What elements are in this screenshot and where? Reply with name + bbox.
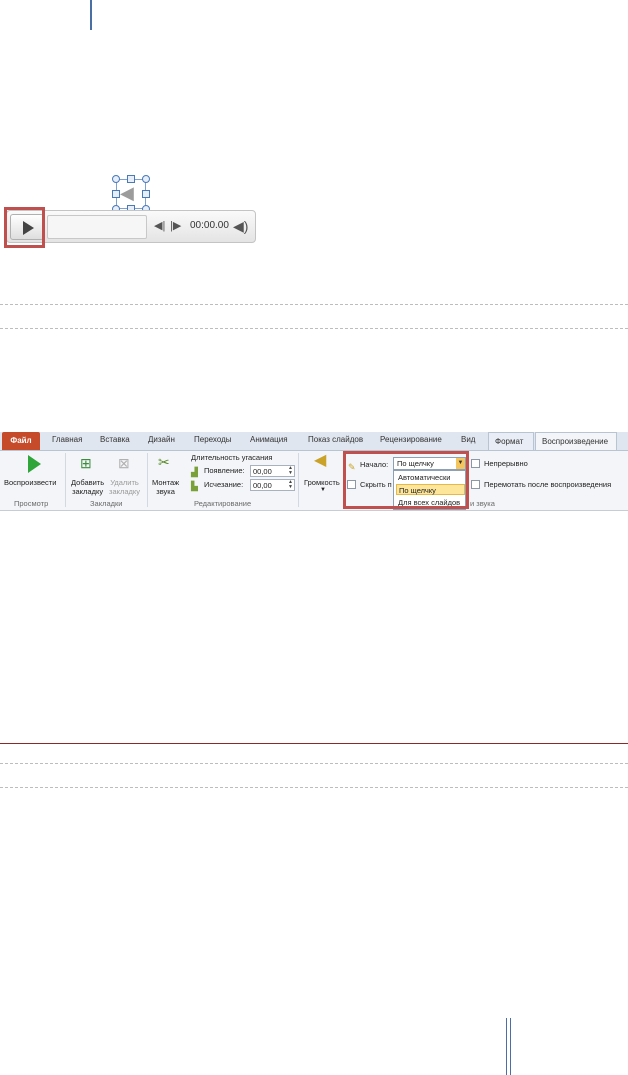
fade-out-label: Исчезание:	[204, 480, 244, 489]
fade-in-value: 00,00	[253, 467, 272, 476]
remove-bookmark-label-1: Удалить	[110, 478, 139, 487]
resize-handle[interactable]	[142, 175, 150, 183]
chevron-down-icon[interactable]: ▼	[320, 487, 326, 493]
fade-in-spinner[interactable]: 00,00 ▲ ▼	[250, 465, 295, 477]
volume-button[interactable]: Громкость	[304, 478, 340, 487]
group-label-editing: Редактирование	[194, 499, 252, 508]
audio-object-selection[interactable]: ◀	[112, 175, 150, 213]
tab-animation[interactable]: Анимация	[250, 435, 288, 444]
tab-slideshow[interactable]: Показ слайдов	[308, 435, 363, 444]
add-bookmark-icon: ⊞	[80, 455, 92, 471]
tab-view[interactable]: Вид	[461, 435, 475, 444]
tab-format[interactable]: Формат	[488, 432, 534, 450]
group-separator	[65, 453, 66, 507]
group-separator	[298, 453, 299, 507]
trim-audio-icon: ✂	[158, 454, 170, 470]
loop-label: Непрерывно	[484, 459, 528, 468]
skip-back-icon[interactable]: ◀|	[154, 219, 165, 233]
divider	[0, 304, 628, 305]
fade-out-icon: ▙	[191, 481, 198, 491]
resize-handle[interactable]	[127, 175, 135, 183]
rewind-label: Перемотать после воспроизведения	[484, 480, 612, 489]
tab-file[interactable]: Файл	[2, 432, 40, 450]
volume-icon[interactable]: ◀)	[233, 218, 248, 235]
page-margin-marker	[510, 1018, 511, 1075]
play-button-label[interactable]: Воспроизвести	[4, 478, 56, 487]
tab-transitions[interactable]: Переходы	[194, 435, 232, 444]
page-margin-marker	[90, 0, 92, 30]
divider	[0, 787, 628, 788]
ribbon-tabs: Файл Главная Вставка Дизайн Переходы Ани…	[0, 432, 628, 451]
group-label-audio-options: и звука	[470, 499, 495, 508]
resize-handle[interactable]	[112, 190, 120, 198]
trim-label-2: звука	[156, 487, 175, 496]
resize-handle[interactable]	[112, 175, 120, 183]
fade-duration-title: Длительность угасания	[191, 453, 273, 462]
tab-home[interactable]: Главная	[52, 435, 82, 444]
loop-checkbox[interactable]	[471, 459, 480, 468]
ribbon-body: Воспроизвести Просмотр ⊞ Добавить заклад…	[0, 451, 628, 510]
divider	[0, 763, 628, 764]
tab-playback[interactable]: Воспроизведение	[535, 432, 617, 450]
fade-out-spinner[interactable]: 00,00 ▲ ▼	[250, 479, 295, 491]
highlight-box-play	[4, 207, 45, 248]
time-display: 00:00.00	[190, 220, 229, 231]
skip-forward-icon[interactable]: |▶	[170, 219, 181, 233]
trim-audio-button[interactable]: Монтаж звука	[152, 478, 179, 496]
highlight-box-start	[343, 451, 469, 509]
spinner-arrows-icon[interactable]: ▲ ▼	[288, 466, 293, 476]
add-bookmark-label-2: закладку	[72, 487, 104, 496]
spinner-arrows-icon[interactable]: ▲ ▼	[288, 480, 293, 490]
tab-review[interactable]: Рецензирование	[380, 435, 442, 444]
group-label-preview: Просмотр	[14, 499, 49, 508]
group-separator	[147, 453, 148, 507]
trim-label-1: Монтаж	[152, 478, 180, 487]
progress-track[interactable]	[47, 215, 147, 239]
play-icon	[28, 455, 41, 473]
tab-design[interactable]: Дизайн	[148, 435, 175, 444]
remove-bookmark-button[interactable]: Удалить закладку	[109, 478, 140, 496]
speaker-icon: ◀	[120, 183, 134, 203]
add-bookmark-button[interactable]: Добавить закладку	[71, 478, 104, 496]
group-label-bookmarks: Закладки	[90, 499, 123, 508]
remove-bookmark-icon: ⊠	[118, 455, 130, 471]
page-margin-marker	[506, 1018, 507, 1075]
remove-bookmark-label-2: закладку	[109, 487, 141, 496]
rewind-checkbox[interactable]	[471, 480, 480, 489]
divider-red	[0, 743, 628, 744]
resize-handle[interactable]	[142, 190, 150, 198]
fade-out-value: 00,00	[253, 481, 272, 490]
tab-insert[interactable]: Вставка	[100, 435, 130, 444]
divider	[0, 328, 628, 329]
volume-icon: ◀	[314, 452, 327, 469]
ribbon: Файл Главная Вставка Дизайн Переходы Ани…	[0, 432, 628, 511]
fade-in-label: Появление:	[204, 466, 245, 475]
add-bookmark-label-1: Добавить	[71, 478, 105, 487]
